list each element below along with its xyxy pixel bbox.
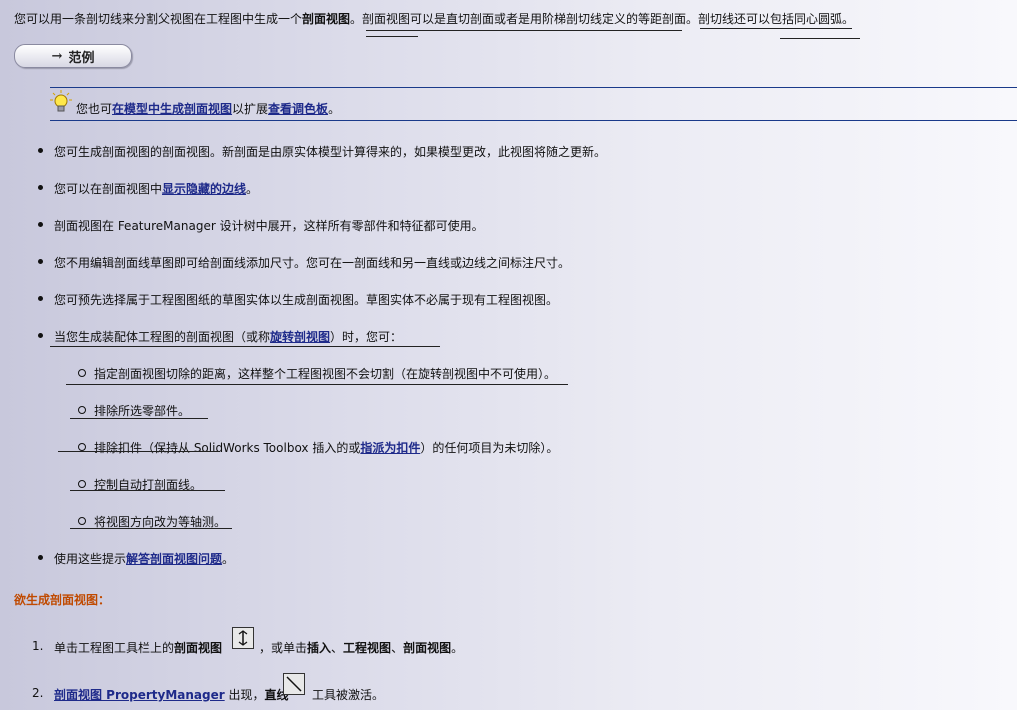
intro-paragraph: 您可以用一条剖切线来分割父视图在工程图中生成一个剖面视图。剖面视图可以是直切剖面… [14,10,854,27]
bullet-7-end: 。 [222,552,235,566]
section-heading: 欲生成剖面视图： [14,593,111,607]
bullet-item-7: 使用这些提示解答剖面视图问题。 [54,550,234,567]
step-1-lead: 单击工程图工具栏上的 [54,641,175,655]
troubleshoot-section-views-link[interactable]: 解答剖面视图问题 [126,552,222,566]
rotated-section-view-link[interactable]: 旋转剖视图 [270,330,330,344]
annotation-line [70,418,208,419]
bullet-marker [38,185,43,190]
step-1-bold-term: 剖面视图 [174,641,223,655]
tip-bottom-rule [50,120,1017,121]
bullet-6-end: ）时，您可： [330,330,403,344]
bullet-item-5: 您可预先选择属于工程图图纸的草图实体以生成剖面视图。草图实体不必属于现有工程图视… [54,293,559,307]
example-button-label: 范例 [68,50,95,66]
line-tool-icon[interactable] [283,673,305,695]
tip-text-2: 以扩展 [232,102,269,116]
step-2-mid: 出现， [228,688,265,702]
intro-annotation-line [366,30,682,31]
show-hidden-edges-link[interactable]: 显示隐藏的边线 [162,182,246,196]
sub-bullet-marker [78,480,86,488]
section-view-tool-icon[interactable] [232,627,254,649]
sub-bullet-marker [78,369,86,377]
annotation-line [58,451,218,452]
annotation-line [66,384,568,385]
bullet-marker [38,148,43,153]
sub-bullet-marker [78,406,86,414]
insert-menu-term: 插入 [307,641,332,655]
bullet-2-end: 。 [246,182,259,196]
example-button[interactable]: → 范例 [14,44,132,68]
annotation-line [70,528,232,529]
step-1-sep-2: 、 [391,641,404,655]
tip-text-3: 。 [328,102,341,116]
step-1-sep-1: 、 [331,641,344,655]
tip-top-rule [50,87,1017,88]
intro-bold-term: 剖面视图 [302,12,351,26]
intro-annotation-line [366,36,418,37]
section-view-propertymanager-link[interactable]: 剖面视图 PropertyManager [54,688,225,702]
sub-item-2: 排除所选零部件。 [94,404,191,418]
view-palette-link[interactable]: 查看调色板 [268,102,328,116]
step-number: 2. [32,686,44,700]
sub-3-text: 排除扣件（保持从 SolidWorks Toolbox 插入的或 [94,441,361,455]
bullet-item-3: 剖面视图在 FeatureManager 设计树中展开，这样所有零部件和特征都可… [54,219,484,233]
step-1-mid: ，或单击 [259,641,308,655]
bullet-7-text: 使用这些提示 [54,552,127,566]
bullet-marker [38,296,43,301]
sub-item-1: 指定剖面视图切除的距离，这样整个工程图视图不会切割（在旋转剖视图中不可使用）。 [94,367,557,381]
bullet-marker [38,333,43,338]
intro-annotation-line [700,28,852,29]
bullet-item-4: 您不用编辑剖面线草图即可给剖面线添加尺寸。您可在一剖面线和另一直线或边线之间标注… [54,256,571,270]
intro-text-1: 您可以用一条剖切线来分割父视图在工程图中生成一个 [14,12,303,26]
intro-annotation-line [780,38,860,39]
step-2-text: 剖面视图 PropertyManager 出现，直线 [54,686,289,703]
sub-bullet-marker [78,517,86,525]
sub-item-3: 排除扣件（保持从 SolidWorks Toolbox 插入的或指派为扣件）的任… [94,439,558,456]
bullet-item-2: 您可以在剖面视图中显示隐藏的边线。 [54,180,258,197]
section-view-menu-term: 剖面视图 [403,641,452,655]
intro-text-2: 。剖面视图可以是直切剖面或者是用阶梯剖切线定义的等距剖面。剖切线还可以包括同心圆… [350,12,855,26]
step-1-end: 。 [451,641,464,655]
sub-3-end: ）的任何项目为未切除）。 [420,441,559,455]
bullet-item-6: 当您生成装配体工程图的剖面视图（或称旋转剖视图）时，您可： [54,328,402,345]
bullet-item-1: 您可生成剖面视图的剖面视图。新剖面是由原实体模型计算得来的，如果模型更改，此视图… [54,145,607,159]
bullet-marker [38,222,43,227]
sub-bullet-marker [78,443,86,451]
step-number: 1. [32,639,44,653]
step-1-text: 单击工程图工具栏上的剖面视图 [54,639,222,656]
tip-text-1: 您也可 [76,102,113,116]
arrow-right-icon: → [51,48,63,64]
assign-as-fastener-link[interactable]: 指派为扣件 [360,441,420,455]
lightbulb-icon [50,90,72,116]
annotation-line [50,346,440,347]
step-2-end: 工具被激活。 [312,688,385,702]
step-1-rest: ，或单击插入、工程视图、剖面视图。 [259,639,463,656]
bullet-2-text: 您可以在剖面视图中 [54,182,163,196]
drawing-view-menu-term: 工程视图 [343,641,392,655]
bullet-marker [38,555,43,560]
bullet-marker [38,259,43,264]
annotation-line [70,490,225,491]
tip-text: 您也可在模型中生成剖面视图以扩展查看调色板。 [76,100,340,117]
create-section-in-model-link[interactable]: 在模型中生成剖面视图 [112,102,232,116]
bullet-6-text: 当您生成装配体工程图的剖面视图（或称 [54,330,271,344]
